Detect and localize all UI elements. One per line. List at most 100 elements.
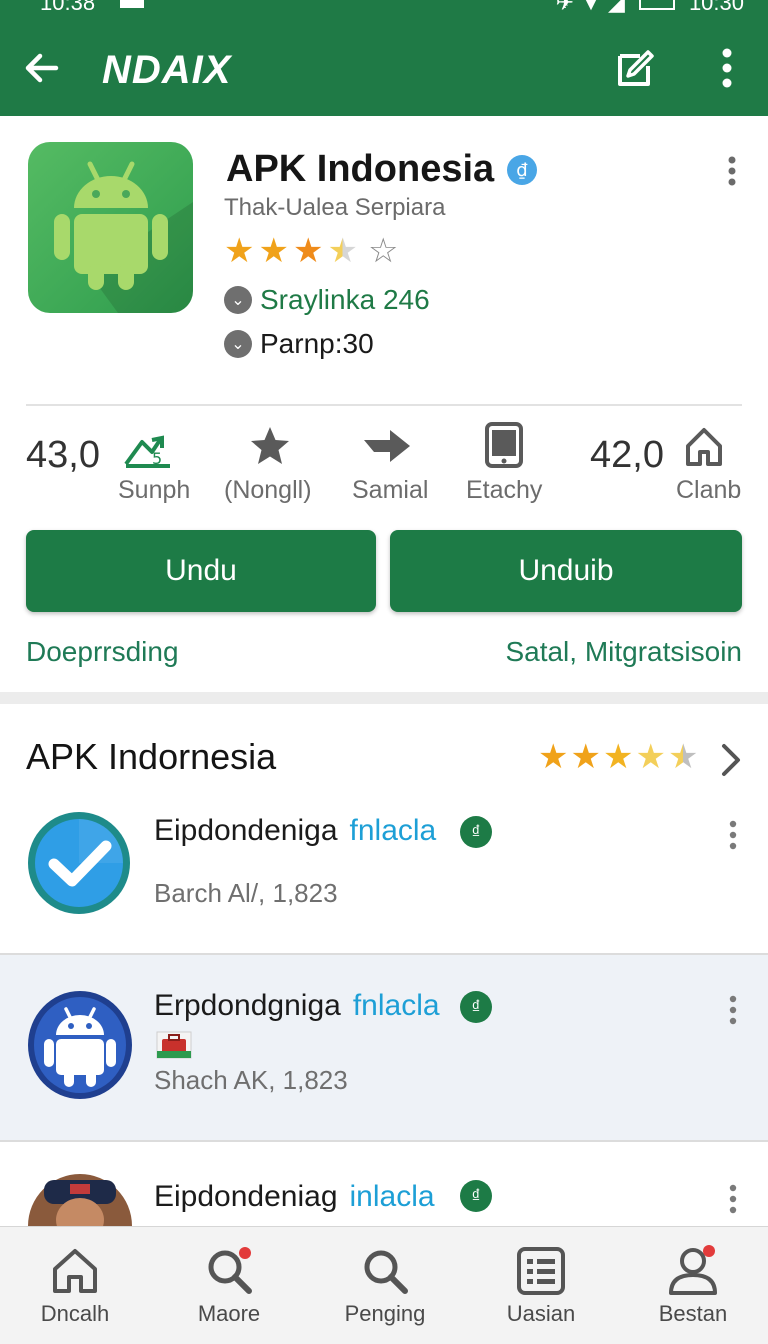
half-star-icon: ★	[667, 738, 699, 776]
app-bar: NDAIX	[0, 30, 768, 110]
stat-etachy[interactable]: Etachy	[462, 422, 552, 510]
home-icon	[53, 1249, 97, 1293]
stat-label: Sunph	[118, 476, 191, 504]
list-item[interactable]: Eipdondeniga fnlacla ₫ Barch Al/, 1,823	[0, 790, 768, 954]
search-icon	[364, 1250, 408, 1294]
nav-item-profile[interactable]: Bestan	[618, 1227, 768, 1344]
overflow-menu-icon[interactable]	[712, 46, 742, 90]
item-overflow-menu-icon[interactable]	[724, 1184, 742, 1214]
home-icon	[686, 428, 722, 466]
star-icon: ★	[635, 738, 666, 776]
nav-item-home[interactable]: Dncalh	[0, 1227, 150, 1344]
verified-badge-icon: ₫	[507, 155, 537, 185]
list-item-subtitle: Barch Al/, 1,823	[154, 878, 338, 908]
verified-badge-icon: ₫	[460, 991, 492, 1023]
status-icons: ✈ ▼ ◢ 10:30	[555, 0, 744, 15]
back-arrow-icon[interactable]	[22, 48, 62, 88]
stat-label: Etachy	[466, 476, 543, 504]
checkmark-icon	[28, 812, 130, 914]
share-arrow-icon	[364, 430, 410, 462]
android-icon	[54, 161, 193, 313]
wifi-icon: ✈ ▼ ◢	[555, 0, 625, 15]
nav-label: Penging	[344, 1301, 426, 1326]
migration-link[interactable]: Satal, Mitgratsisoin	[505, 636, 742, 668]
stat-sunph[interactable]: 43,0 5 Sunph	[26, 430, 206, 510]
app-icon	[28, 142, 193, 313]
stat-value: 42,0	[590, 434, 664, 476]
list-item[interactable]: Eipdondeniag inlacla ₫	[0, 1142, 768, 1226]
upload-chart-icon: 5	[124, 435, 170, 468]
star-icon: ★	[538, 738, 569, 776]
install-button[interactable]: Unduib	[390, 530, 742, 612]
star-icon: ★	[224, 232, 255, 270]
list-item-accent: fnlacla	[352, 989, 440, 1022]
stat-label: Clanb	[676, 476, 742, 504]
developer-name[interactable]: Thak-Ualea Serpiara	[224, 194, 445, 222]
stat-nongll[interactable]: (Nongll)	[222, 424, 318, 510]
verified-badge-icon: ₫	[460, 1180, 492, 1212]
status-bar: 10:38 ✈ ▼ ◢ 10:30	[0, 0, 768, 18]
star-icon: ★	[570, 738, 601, 776]
badge-icon: ⌄	[224, 286, 252, 314]
description-link[interactable]: Doeprrsding	[26, 636, 179, 668]
stat-value: 43,0	[26, 434, 100, 476]
app-bar-title: NDAIX	[102, 48, 232, 92]
search-icon	[208, 1247, 252, 1294]
item-overflow-menu-icon[interactable]	[724, 995, 742, 1025]
battery-icon	[638, 0, 675, 10]
person-icon	[669, 1245, 717, 1295]
verified-badge-icon: ₫	[460, 816, 492, 848]
chevron-right-icon[interactable]	[716, 742, 744, 778]
stat-label: Samial	[352, 476, 429, 504]
list-item-name: Eipdondeniag	[154, 1180, 338, 1213]
briefcase-icon	[156, 1031, 192, 1059]
app-overflow-menu-icon[interactable]	[720, 156, 744, 186]
edit-icon[interactable]	[614, 48, 656, 90]
section-title: APK Indornesia	[26, 736, 277, 777]
avatar-photo	[28, 1174, 132, 1226]
list-item-title: Eipdondeniag inlacla	[154, 1180, 435, 1214]
list-icon	[517, 1247, 565, 1295]
nav-label: Dncalh	[40, 1301, 110, 1326]
nav-item-more[interactable]: Maore	[154, 1227, 304, 1344]
divider	[26, 404, 742, 406]
stat-samial[interactable]: Samial	[348, 424, 428, 510]
half-star-icon: ★	[327, 232, 358, 270]
android-icon	[28, 991, 132, 1099]
list-item-title: Eipdondeniga fnlacla	[154, 814, 436, 848]
stat-label: (Nongll)	[224, 476, 312, 504]
badge-icon: ⌄	[224, 330, 252, 358]
star-icon: ★	[602, 738, 634, 776]
status-time-right: 10:30	[688, 0, 744, 15]
meta-line-size: ⌄ Parnp:30	[224, 328, 374, 360]
list-item-name: Eipdondeniga	[154, 814, 338, 847]
app-title: APK Indonesia	[226, 148, 495, 190]
list-item-accent: inlacla	[349, 1180, 435, 1213]
top-bar: 10:38 ✈ ▼ ◢ 10:30 NDAIX	[0, 0, 768, 116]
app-rating-stars: ★ ★ ★ ★ ☆	[224, 234, 398, 268]
meta-line-downloads: ⌄ Sraylinka 246	[224, 284, 430, 316]
nav-item-search[interactable]: Penging	[310, 1227, 460, 1344]
star-icon: ★	[292, 232, 324, 270]
section-rating-stars: ★ ★ ★ ★ ★	[538, 740, 698, 774]
star-icon	[251, 427, 289, 464]
download-button[interactable]: Undu	[26, 530, 376, 612]
status-time-left: 10:38	[40, 0, 96, 15]
empty-star-icon: ☆	[367, 232, 399, 270]
nav-label: Bestan	[658, 1301, 728, 1326]
list-item-title: Erpdondgniga fnlacla	[154, 989, 440, 1023]
nav-item-list[interactable]: Uasian	[466, 1227, 616, 1344]
notification-icon	[120, 0, 144, 8]
list-item-subtitle: Shach AK, 1,823	[154, 1065, 348, 1095]
meta-size-text: Parnp:30	[260, 328, 374, 359]
list-item[interactable]: Erpdondgniga fnlacla ₫ Shach AK, 1,823	[0, 955, 768, 1141]
phone-icon	[485, 422, 523, 468]
nav-label: Uasian	[506, 1301, 576, 1326]
svg-text:₫: ₫	[516, 160, 528, 181]
list-item-accent: fnlacla	[349, 814, 437, 847]
stat-clanb[interactable]: 42,0 Clanb	[590, 424, 742, 510]
list-item-name: Erpdondgniga	[154, 989, 341, 1022]
svg-text:5: 5	[152, 449, 162, 468]
star-icon: ★	[258, 232, 289, 270]
item-overflow-menu-icon[interactable]	[724, 820, 742, 850]
